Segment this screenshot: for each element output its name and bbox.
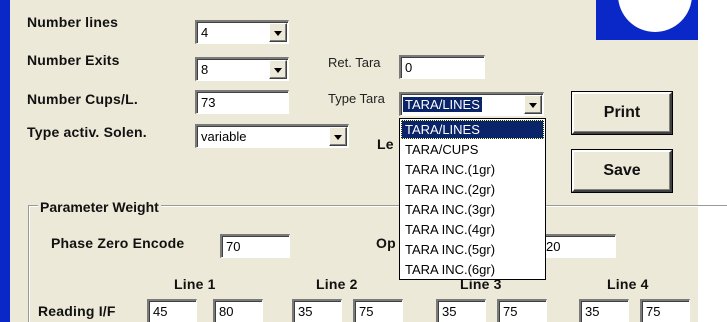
number-exits-value: 8	[201, 62, 209, 77]
reading-line1-in[interactable]: 45	[147, 299, 197, 322]
op-label-partial: Op	[376, 235, 396, 251]
line-4-header: Line 4	[607, 276, 649, 292]
op-field[interactable]: 20	[540, 234, 616, 258]
type-activ-solen-select[interactable]: variable	[195, 124, 349, 148]
chevron-down-icon[interactable]	[269, 60, 287, 79]
dropdown-option[interactable]: TARA INC.(3gr)	[401, 200, 544, 219]
type-activ-solen-value: variable	[201, 129, 247, 144]
number-lines-value: 4	[201, 25, 209, 40]
dropdown-option[interactable]: TARA INC.(4gr)	[401, 220, 544, 239]
reading-line2-in[interactable]: 35	[292, 299, 342, 322]
dropdown-option[interactable]: TARA INC.(5gr)	[401, 240, 544, 259]
window-left-border	[0, 0, 10, 322]
print-button[interactable]: Print	[572, 92, 672, 134]
type-tara-label: Type Tara	[328, 91, 385, 106]
reading-line3-out[interactable]: 75	[497, 299, 547, 322]
type-tara-value: TARA/LINES	[403, 97, 482, 112]
phase-zero-encode-field[interactable]: 70	[220, 234, 290, 258]
number-exits-select[interactable]: 8	[195, 57, 289, 81]
chevron-down-icon[interactable]	[269, 23, 287, 42]
number-lines-select[interactable]: 4	[195, 20, 289, 44]
line-1-header: Line 1	[174, 276, 216, 292]
phase-zero-encode-label: Phase Zero Encode	[51, 235, 185, 251]
number-cups-field[interactable]: 73	[195, 90, 289, 114]
line-2-header: Line 2	[316, 276, 358, 292]
reading-line3-in[interactable]: 35	[436, 299, 486, 322]
parameter-weight-title: Parameter Weight	[38, 199, 161, 215]
logo-circle-icon	[618, 0, 692, 32]
reading-line2-out[interactable]: 75	[353, 299, 403, 322]
number-exits-label: Number Exits	[27, 52, 120, 68]
len-label-partial: Le	[377, 136, 394, 152]
save-button[interactable]: Save	[572, 150, 672, 192]
dropdown-option[interactable]: TARA INC.(6gr)	[401, 260, 544, 279]
type-tara-dropdown-list[interactable]: TARA/LINES TARA/CUPS TARA INC.(1gr) TARA…	[399, 118, 546, 280]
dropdown-option[interactable]: TARA INC.(2gr)	[401, 180, 544, 199]
type-activ-solen-label: Type activ. Solen.	[27, 124, 147, 140]
main-window: Number lines Number Exits Number Cups/L.…	[0, 0, 727, 322]
number-lines-label: Number lines	[27, 14, 119, 30]
ret-tara-field[interactable]: 0	[399, 55, 485, 79]
dropdown-option[interactable]: TARA/CUPS	[401, 140, 544, 159]
chevron-down-icon[interactable]	[329, 127, 347, 146]
ret-tara-label: Ret. Tara	[328, 55, 381, 70]
chevron-down-icon[interactable]	[524, 95, 542, 114]
type-tara-select[interactable]: TARA/LINES	[399, 92, 544, 116]
reading-line4-out[interactable]: 75	[640, 299, 690, 322]
logo-frame	[596, 0, 698, 40]
reading-line1-out[interactable]: 80	[213, 299, 263, 322]
reading-if-label: Reading I/F	[38, 303, 116, 319]
dropdown-option[interactable]: TARA INC.(1gr)	[401, 160, 544, 179]
number-cups-label: Number Cups/L.	[27, 91, 138, 107]
dropdown-option[interactable]: TARA/LINES	[401, 120, 544, 139]
reading-line4-in[interactable]: 35	[579, 299, 629, 322]
